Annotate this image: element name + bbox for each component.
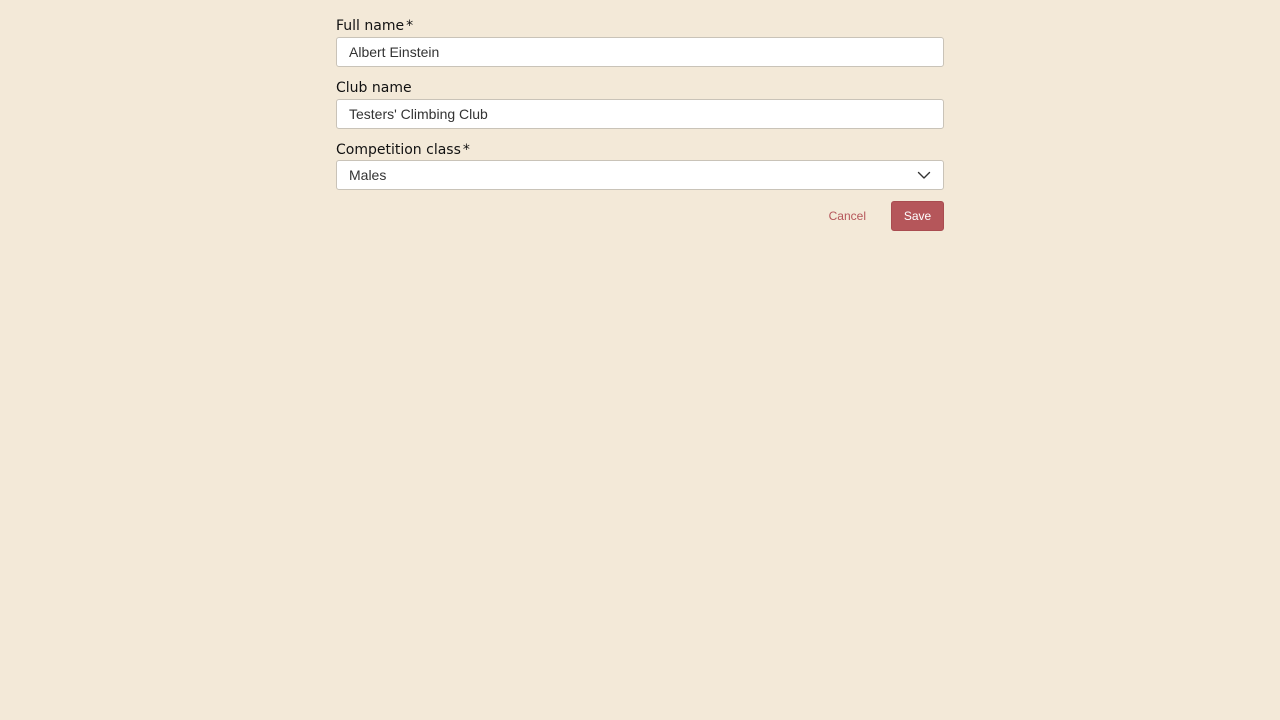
club-name-label: Club name: [336, 80, 412, 96]
full-name-label: Full name *: [336, 16, 944, 36]
competition-class-selected-value: Males: [349, 167, 387, 183]
competition-class-label-text: Competition class: [336, 142, 461, 158]
competition-class-select[interactable]: Males: [336, 160, 944, 190]
full-name-field-group: Full name *: [336, 16, 944, 67]
required-marker: *: [406, 18, 414, 34]
required-marker: *: [462, 142, 470, 158]
full-name-label-text: Full name: [336, 18, 405, 34]
club-name-field-group: Club name: [336, 78, 944, 129]
chevron-down-icon: [917, 171, 931, 179]
club-name-input[interactable]: [336, 99, 944, 129]
competition-class-field-group: Competition class * Males: [336, 140, 944, 190]
save-button[interactable]: Save: [891, 201, 944, 231]
full-name-input[interactable]: [336, 37, 944, 67]
competition-class-label: Competition class *: [336, 140, 944, 160]
form-actions: Cancel Save: [336, 201, 944, 231]
cancel-button[interactable]: Cancel: [817, 201, 878, 231]
